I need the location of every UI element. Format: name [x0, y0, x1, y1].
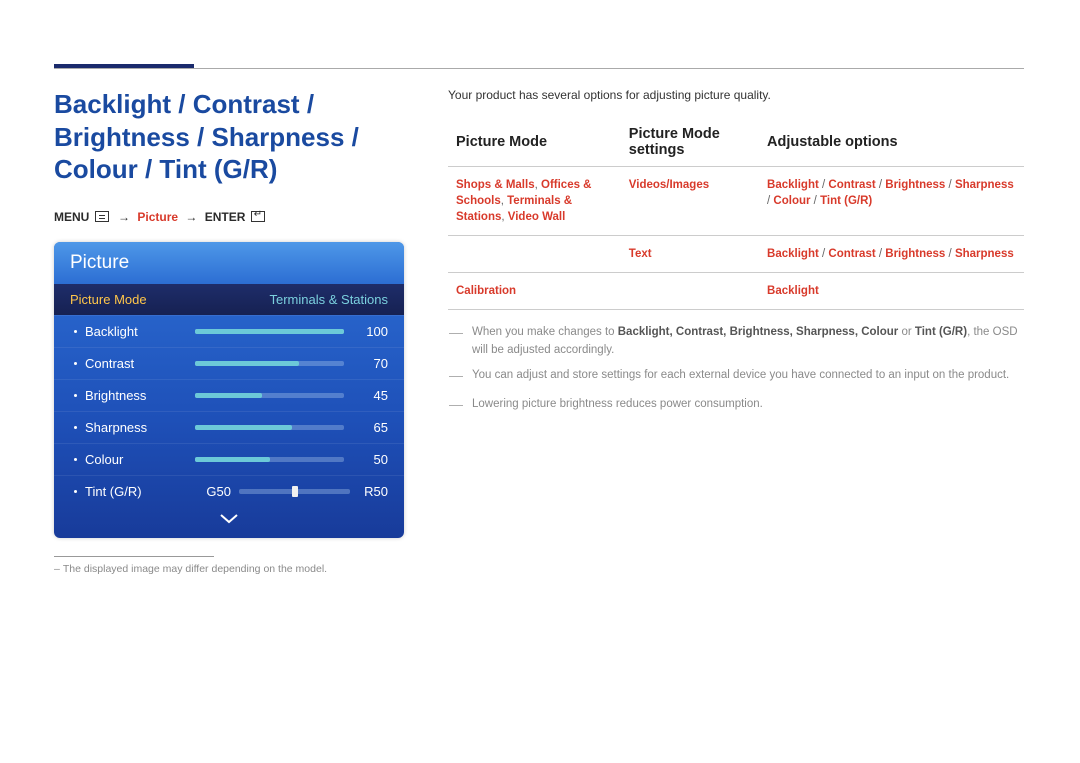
arrow-icon: →: [118, 210, 130, 224]
slider-fill: [195, 425, 292, 430]
col-picture-mode: Picture Mode: [448, 120, 621, 167]
notes-block: ― When you make changes to Backlight, Co…: [448, 324, 1024, 417]
osd-item-row[interactable]: Colour 50: [54, 443, 404, 475]
osd-item-label: Backlight: [85, 324, 195, 339]
osd-panel: Picture Picture Mode Terminals & Station…: [54, 242, 404, 538]
cell-adjustable: Backlight: [759, 273, 1024, 310]
note-item: ― When you make changes to Backlight, Co…: [448, 324, 1024, 359]
bullet-icon: [74, 490, 77, 493]
cell-picture-mode: Calibration: [448, 273, 621, 310]
osd-item-row[interactable]: Sharpness 65: [54, 411, 404, 443]
breadcrumb-section: Picture: [137, 210, 178, 224]
osd-item-label: Tint (G/R): [85, 484, 195, 499]
osd-item-value: 65: [358, 420, 388, 435]
note-item: ― You can adjust and store settings for …: [448, 367, 1024, 388]
osd-item-slider[interactable]: [195, 393, 344, 398]
osd-item-slider[interactable]: [195, 425, 344, 430]
col-settings: Picture Mode settings: [621, 120, 759, 167]
bullet-icon: [74, 330, 77, 333]
cell-adjustable: Backlight / Contrast / Brightness / Shar…: [759, 236, 1024, 273]
dash-icon: ―: [448, 322, 464, 357]
cell-settings: Text: [621, 236, 759, 273]
note-text: You can adjust and store settings for ea…: [472, 367, 1009, 388]
osd-item-slider[interactable]: [195, 361, 344, 366]
osd-item-value: 100: [358, 324, 388, 339]
table-row: TextBacklight / Contrast / Brightness / …: [448, 236, 1024, 273]
osd-item-row[interactable]: Backlight 100: [54, 315, 404, 347]
enter-icon: [251, 211, 265, 222]
osd-item-value: 70: [358, 356, 388, 371]
osd-item-value: 45: [358, 388, 388, 403]
page-title: Backlight / Contrast / Brightness / Shar…: [54, 88, 404, 186]
osd-picture-mode-row[interactable]: Picture Mode Terminals & Stations: [54, 284, 404, 315]
slider-fill: [195, 329, 344, 334]
slider-fill: [195, 393, 262, 398]
osd-tint-row[interactable]: Tint (G/R) G50 R50: [54, 475, 404, 507]
table-row: Calibration Backlight: [448, 273, 1024, 310]
dash-icon: ―: [448, 365, 464, 386]
osd-item-slider[interactable]: [195, 457, 344, 462]
col-adjustable: Adjustable options: [759, 120, 1024, 167]
osd-item-row[interactable]: Contrast 70: [54, 347, 404, 379]
menu-label: MENU: [54, 210, 89, 224]
slider-marker-icon: [292, 486, 298, 497]
slider-fill: [195, 361, 299, 366]
footnote-text: The displayed image may differ depending…: [63, 563, 327, 575]
dash-icon: ―: [448, 394, 464, 415]
footnote: –The displayed image may differ dependin…: [54, 563, 404, 575]
osd-item-row[interactable]: Brightness 45: [54, 379, 404, 411]
osd-item-label: Colour: [85, 452, 195, 467]
osd-item-slider[interactable]: [195, 329, 344, 334]
osd-item-label: Contrast: [85, 356, 195, 371]
bullet-icon: [74, 394, 77, 397]
menu-icon: [95, 211, 109, 222]
osd-mode-value: Terminals & Stations: [270, 292, 389, 307]
cell-picture-mode: Shops & Malls, Offices & Schools, Termin…: [448, 167, 621, 236]
intro-text: Your product has several options for adj…: [448, 88, 1024, 102]
cell-settings: [621, 273, 759, 310]
cell-adjustable: Backlight / Contrast / Brightness / Shar…: [759, 167, 1024, 236]
osd-tint-r: R50: [358, 484, 388, 499]
osd-item-value: 50: [358, 452, 388, 467]
osd-item-label: Brightness: [85, 388, 195, 403]
cell-settings: Videos/Images: [621, 167, 759, 236]
osd-item-label: Sharpness: [85, 420, 195, 435]
osd-scroll-down[interactable]: [54, 507, 404, 538]
osd-tint-slider[interactable]: [239, 489, 350, 494]
chevron-down-icon: [219, 513, 239, 525]
note-item: ― Lowering picture brightness reduces po…: [448, 396, 1024, 417]
menu-path: MENU → Picture → ENTER: [54, 210, 404, 224]
osd-mode-label: Picture Mode: [70, 292, 147, 307]
slider-fill: [195, 457, 270, 462]
top-rule: [54, 68, 1024, 69]
footnote-separator: [54, 556, 214, 557]
bullet-icon: [74, 458, 77, 461]
note-text: Lowering picture brightness reduces powe…: [472, 396, 763, 417]
osd-tint-g: G50: [195, 484, 231, 499]
bullet-icon: [74, 426, 77, 429]
enter-label: ENTER: [205, 210, 246, 224]
top-rule-accent: [54, 64, 194, 68]
arrow-icon: →: [185, 210, 197, 224]
table-row: Shops & Malls, Offices & Schools, Termin…: [448, 167, 1024, 236]
note-text: When you make changes to Backlight, Cont…: [472, 324, 1024, 359]
osd-title: Picture: [54, 242, 404, 284]
picture-mode-table: Picture Mode Picture Mode settings Adjus…: [448, 120, 1024, 310]
cell-picture-mode: [448, 236, 621, 273]
bullet-icon: [74, 362, 77, 365]
